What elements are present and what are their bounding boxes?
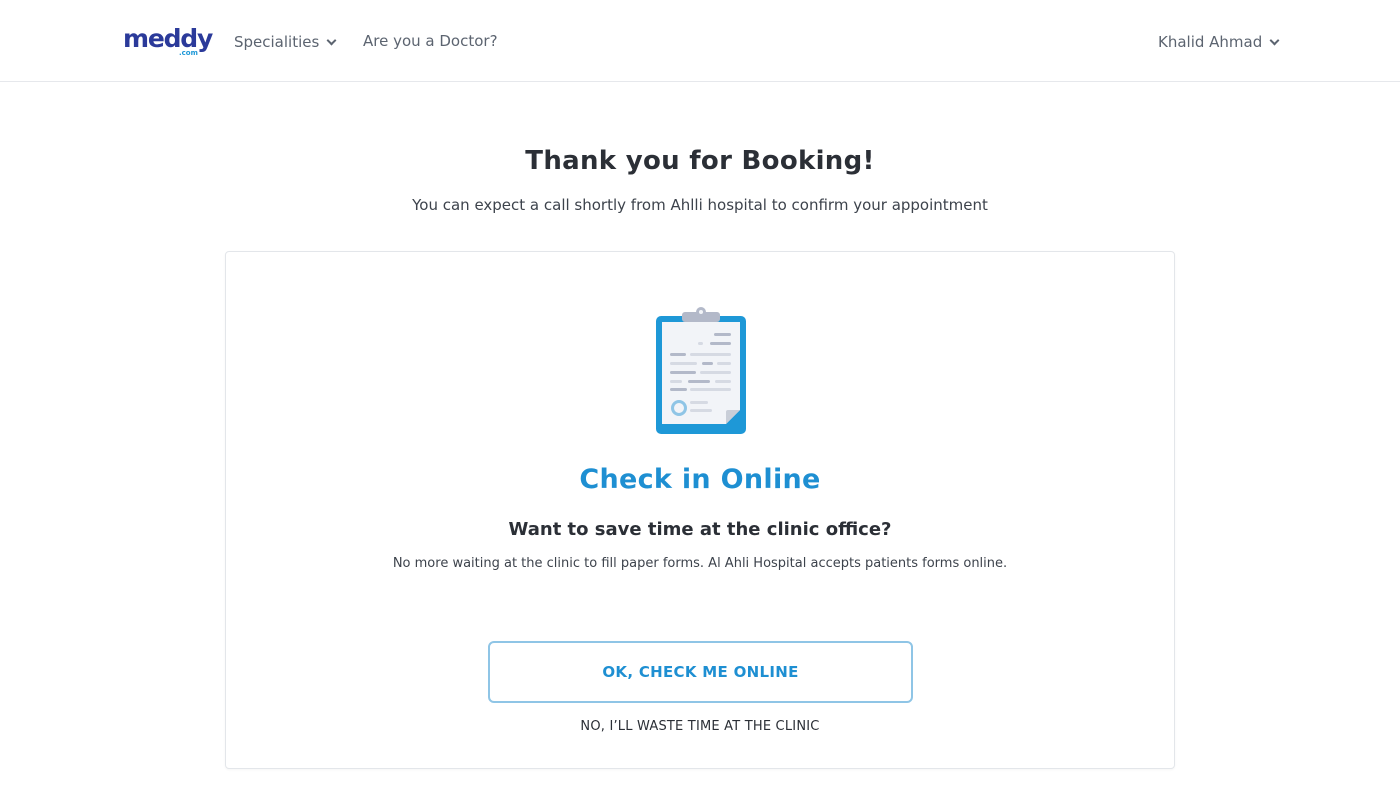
chevron-down-icon bbox=[1269, 35, 1280, 45]
user-menu-dropdown[interactable]: Khalid Ahmad bbox=[1158, 31, 1280, 53]
logo-subtext: .com bbox=[179, 49, 198, 57]
logo-text: meddy bbox=[123, 24, 213, 53]
no-waste-time-link[interactable]: NO, I’LL WASTE TIME AT THE CLINIC bbox=[226, 718, 1174, 736]
nav-are-you-a-doctor-link[interactable]: Are you a Doctor? bbox=[363, 30, 498, 52]
user-name: Khalid Ahmad bbox=[1158, 33, 1263, 51]
check-in-online-heading: Check in Online bbox=[579, 464, 821, 495]
check-in-online-card: Check in Online Want to save time at the… bbox=[225, 251, 1175, 769]
nav-specialities-label: Specialities bbox=[234, 33, 320, 51]
ok-check-me-online-button[interactable]: OK, CHECK ME ONLINE bbox=[488, 641, 913, 703]
nav-specialities-dropdown[interactable]: Specialities bbox=[234, 31, 337, 53]
check-in-description: No more waiting at the clinic to fill pa… bbox=[392, 556, 1008, 571]
meddy-logo[interactable]: meddy .com bbox=[123, 24, 213, 58]
top-navbar: meddy .com Specialities Are you a Doctor… bbox=[0, 0, 1400, 82]
nav-doctor-label: Are you a Doctor? bbox=[363, 32, 498, 50]
page-title: Thank you for Booking! bbox=[525, 146, 875, 176]
page-subtitle: You can expect a call shortly from Ahlli… bbox=[412, 196, 988, 214]
clipboard-icon bbox=[654, 306, 748, 436]
save-time-question: Want to save time at the clinic office? bbox=[508, 519, 892, 540]
chevron-down-icon bbox=[326, 35, 337, 45]
